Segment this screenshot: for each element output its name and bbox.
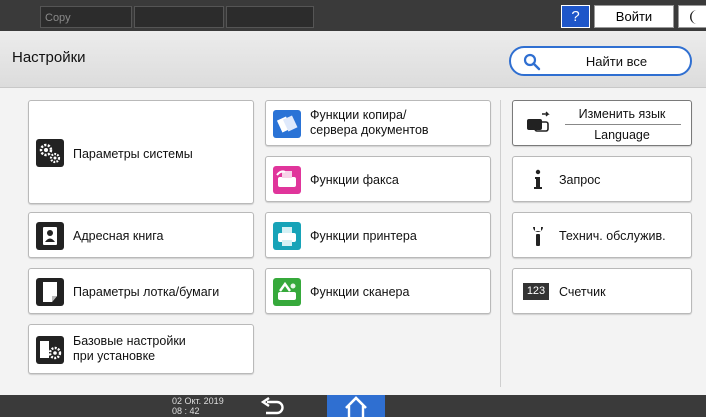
change-language-label: Изменить язык xyxy=(578,107,666,121)
printer-icon xyxy=(273,222,301,250)
info-icon xyxy=(534,169,542,189)
settings-grid: Параметры системы Адресная книга Парамет… xyxy=(0,88,706,395)
wrench-icon xyxy=(533,227,543,246)
login-button[interactable]: Войти xyxy=(594,5,674,28)
tray-paper-settings-label: Параметры лотка/бумаги xyxy=(73,285,220,299)
system-settings-tile[interactable]: Параметры системы xyxy=(28,100,254,204)
home-button[interactable] xyxy=(327,395,385,417)
tray-paper-settings-tile[interactable]: Параметры лотка/бумаги xyxy=(28,268,254,314)
help-button[interactable]: ? xyxy=(561,5,590,28)
counter-icon: 123 xyxy=(523,283,549,300)
language-switch-icon xyxy=(527,111,550,132)
basic-install-settings-label-line2: при установке xyxy=(73,349,156,363)
inquiry-label: Запрос xyxy=(559,173,601,187)
scanner-icon xyxy=(273,278,301,306)
copier-docserver-features-tile[interactable]: Функции копира/ сервера документов xyxy=(265,100,491,146)
counter-tile[interactable]: 123 Счетчик xyxy=(512,268,692,314)
copier-features-label-line1: Функции копира/ xyxy=(310,108,407,122)
printer-features-label: Функции принтера xyxy=(310,229,417,243)
basic-install-settings-tile[interactable]: Базовые настройки при установке xyxy=(28,324,254,374)
address-book-tile[interactable]: Адресная книга xyxy=(28,212,254,258)
search-icon xyxy=(523,53,541,71)
back-arrow-icon xyxy=(260,397,284,415)
page-title: Настройки xyxy=(12,49,86,66)
bottom-bar: 02 Окт. 2019 08 : 42 xyxy=(0,395,706,417)
mode-tab-2[interactable] xyxy=(134,6,224,28)
header: Настройки Найти все xyxy=(0,31,706,88)
address-book-icon xyxy=(36,222,64,250)
energy-saver-button[interactable] xyxy=(678,5,706,28)
date-time: 02 Окт. 2019 08 : 42 xyxy=(172,396,224,416)
language-label: Language xyxy=(594,128,650,142)
scanner-features-tile[interactable]: Функции сканера xyxy=(265,268,491,314)
maintenance-tile[interactable]: Технич. обслужив. xyxy=(512,212,692,258)
fax-features-label: Функции факса xyxy=(310,173,399,187)
paper-icon xyxy=(36,278,64,306)
time-label: 08 : 42 xyxy=(172,406,200,416)
date-label: 02 Окт. 2019 xyxy=(172,396,224,406)
scanner-features-label: Функции сканера xyxy=(310,285,410,299)
fax-features-tile[interactable]: Функции факса xyxy=(265,156,491,202)
basic-install-settings-label-line1: Базовые настройки xyxy=(73,334,186,348)
home-icon xyxy=(345,396,367,417)
counter-label: Счетчик xyxy=(559,285,606,299)
search-all-button[interactable]: Найти все xyxy=(509,46,692,76)
copier-icon xyxy=(273,110,301,138)
mode-tab-3[interactable] xyxy=(226,6,314,28)
search-all-label: Найти все xyxy=(585,54,648,69)
printer-features-tile[interactable]: Функции принтера xyxy=(265,212,491,258)
gears-icon xyxy=(36,139,64,167)
top-bar: Copy ? Войти xyxy=(0,0,706,31)
fax-icon xyxy=(273,166,301,194)
change-language-tile[interactable]: Изменить язык Language xyxy=(512,100,692,146)
system-settings-label: Параметры системы xyxy=(73,147,193,161)
mode-tab-copy[interactable]: Copy xyxy=(40,6,132,28)
address-book-label: Адресная книга xyxy=(73,229,164,243)
moon-icon xyxy=(690,10,697,24)
maintenance-label: Технич. обслужив. xyxy=(559,229,666,243)
inquiry-tile[interactable]: Запрос xyxy=(512,156,692,202)
language-separator xyxy=(565,124,681,125)
back-button[interactable] xyxy=(258,397,288,416)
copier-features-label-line2: сервера документов xyxy=(310,123,429,137)
column-divider xyxy=(500,100,501,387)
device-settings-icon xyxy=(36,336,64,364)
